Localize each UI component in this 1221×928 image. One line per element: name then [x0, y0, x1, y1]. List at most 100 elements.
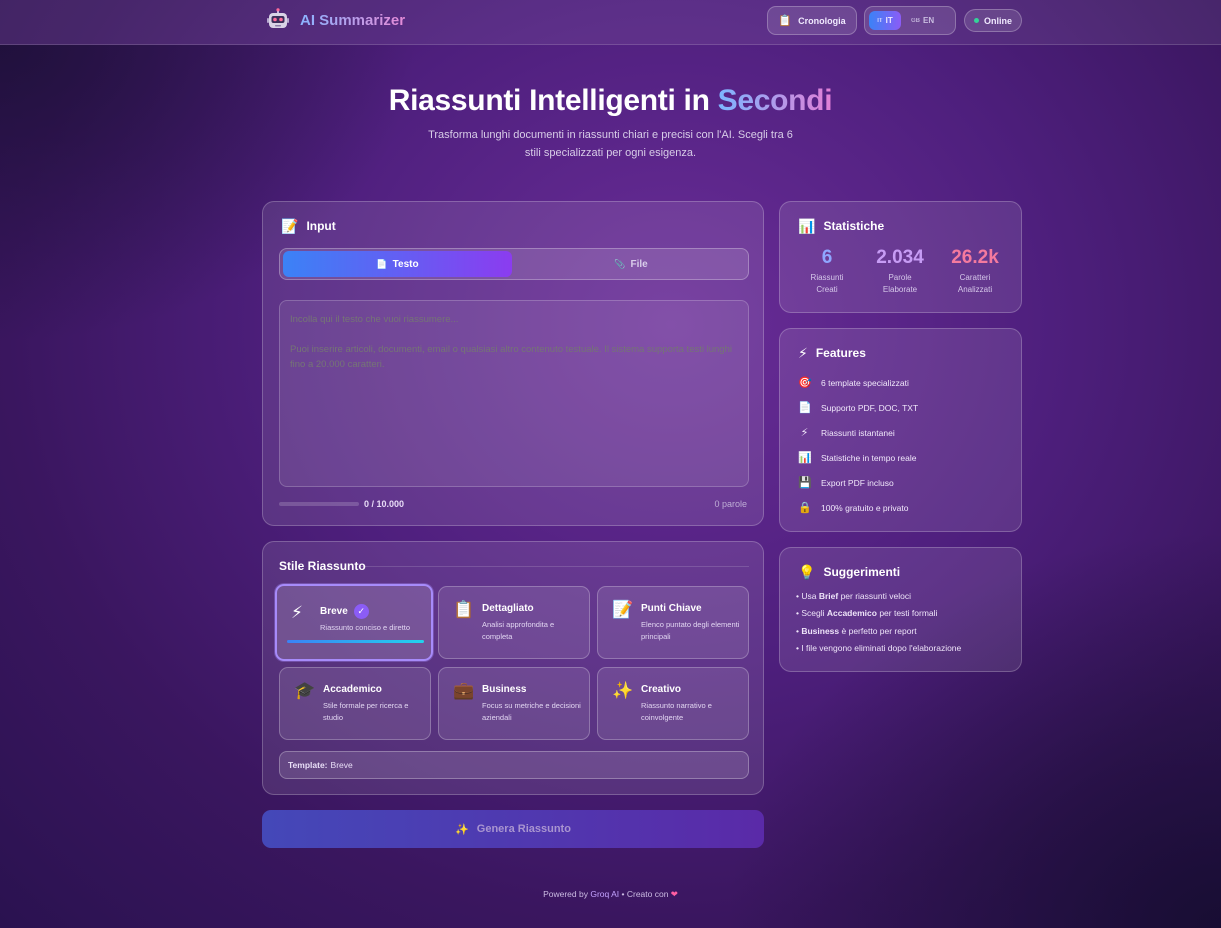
feature-item: 💾 Export PDF incluso — [798, 476, 894, 490]
char-count: 0 / 10.000 — [364, 499, 405, 509]
tab-text[interactable]: 📄 Testo — [283, 251, 512, 277]
tab-text-label: Testo — [392, 258, 419, 270]
template-name-text: Breve — [320, 606, 348, 617]
tab-file[interactable]: 📎 File — [516, 251, 746, 277]
stats-panel: 📊 Statistiche 6 Riassunti Creati 2.034 P… — [779, 201, 1022, 313]
uk-flag-icon: GB — [911, 17, 920, 24]
feature-text: 6 template specializzati — [821, 378, 909, 388]
status-badge: Online — [964, 9, 1022, 32]
tip-text: • Usa — [796, 591, 819, 601]
stat-characters: 26.2k Caratteri Analizzati — [940, 247, 1010, 296]
language-switcher[interactable]: IT IT GB EN — [864, 6, 956, 35]
template-name: Accademico — [323, 684, 382, 695]
robot-icon — [266, 8, 290, 32]
template-name: Dettagliato — [482, 603, 534, 614]
features-title: Features — [815, 346, 866, 360]
sparkles-icon: ✨ — [612, 681, 634, 700]
heart-icon: ❤ — [670, 889, 678, 899]
app-name: AI Summarizer — [300, 11, 406, 29]
tip-text: • Scegli — [796, 608, 827, 618]
stat-value: 6 — [821, 247, 833, 268]
text-input[interactable] — [279, 300, 749, 487]
stat-value: 26.2k — [951, 247, 999, 268]
selected-indicator — [287, 640, 424, 643]
stat-label: Riassunti Creati — [810, 273, 844, 294]
tab-file-label: File — [630, 258, 648, 270]
generate-summary-button[interactable]: ✨ Genera Riassunto — [262, 810, 764, 848]
document-icon: 📝 — [281, 218, 299, 234]
template-info-label: Template: — [288, 760, 328, 770]
check-icon: ✓ — [353, 604, 369, 619]
top-navbar: AI Summarizer 📋 Cronologia IT IT GB EN O… — [0, 0, 1221, 45]
template-card-creativo[interactable]: ✨ Creativo Riassunto narrativo e coinvol… — [597, 667, 749, 740]
lang-en-button[interactable]: GB EN — [907, 16, 934, 25]
footer-text: Powered by — [543, 889, 591, 899]
history-label: Cronologia — [798, 15, 846, 26]
input-panel-title: 📝 Input — [281, 219, 336, 233]
template-desc: Stile formale per ricerca e studio — [323, 701, 409, 722]
app-logo[interactable]: AI Summarizer — [266, 8, 405, 32]
lightbulb-icon: 💡 — [798, 564, 816, 580]
divider — [361, 566, 749, 567]
template-card-business[interactable]: 💼 Business Focus su metriche e decisioni… — [438, 667, 590, 740]
tips-title: Suggerimenti — [823, 565, 901, 579]
tip-highlight: Accademico — [826, 608, 877, 618]
feature-text: Supporto PDF, DOC, TXT — [821, 403, 919, 413]
template-desc: Riassunto conciso e diretto — [320, 623, 411, 632]
feature-item: ⚡ Riassunti istantanei — [798, 426, 895, 440]
clipboard-icon: 📋 — [778, 14, 793, 27]
feature-text: Export PDF incluso — [821, 478, 894, 488]
document-icon: 📄 — [376, 258, 388, 269]
lang-en-label: EN — [923, 16, 935, 25]
style-panel: Stile Riassunto ⚡ Breve ✓ Riassunto conc… — [262, 541, 764, 795]
stat-value: 2.034 — [876, 247, 924, 268]
briefcase-icon: 💼 — [453, 681, 475, 700]
italy-flag-icon: IT — [877, 17, 883, 24]
template-desc: Elenco puntato degli elementi principali — [641, 620, 740, 641]
tip-item: • Business è perfetto per report — [796, 626, 917, 636]
status-label: Online — [983, 15, 1012, 26]
selected-template-info: Template: Breve — [279, 751, 749, 779]
graduation-cap-icon: 🎓 — [294, 681, 316, 700]
template-card-punti-chiave[interactable]: 📝 Punti Chiave Elenco puntato degli elem… — [597, 586, 749, 659]
tips-panel: 💡 Suggerimenti • Usa Brief per riassunti… — [779, 547, 1022, 672]
features-panel-title: ⚡ Features — [798, 346, 866, 360]
stat-label: Caratteri Analizzati — [957, 273, 993, 294]
template-name: Creativo — [641, 684, 682, 695]
input-panel: 📝 Input 📄 Testo 📎 File 0 / 10.000 0 paro… — [262, 201, 764, 526]
template-name: Breve ✓ — [320, 604, 369, 619]
lock-icon: 🔒 — [798, 502, 812, 514]
tip-highlight: Brief — [818, 591, 839, 601]
template-card-breve[interactable]: ⚡ Breve ✓ Riassunto conciso e diretto — [275, 584, 433, 661]
page-title-accent: Secondi — [717, 84, 833, 117]
stats-panel-title: 📊 Statistiche — [798, 219, 884, 233]
char-progress-bar — [279, 502, 359, 506]
lightning-icon: ⚡ — [800, 427, 809, 439]
tip-item: • I file vengono eliminati dopo l'elabor… — [796, 643, 961, 653]
style-panel-title: Stile Riassunto — [279, 559, 366, 573]
template-desc: Focus su metriche e decisioni aziendali — [482, 701, 581, 722]
page-title-main: Riassunti Intelligenti in — [388, 84, 718, 117]
template-info-value: Breve — [330, 760, 353, 770]
feature-item: 📄 Supporto PDF, DOC, TXT — [798, 401, 918, 415]
history-button[interactable]: 📋 Cronologia — [767, 6, 857, 35]
template-card-accademico[interactable]: 🎓 Accademico Stile formale per ricerca e… — [279, 667, 431, 740]
tips-panel-title: 💡 Suggerimenti — [798, 565, 900, 579]
groq-link[interactable]: Groq AI — [590, 889, 619, 899]
lang-it-button[interactable]: IT IT — [869, 11, 901, 30]
template-card-dettagliato[interactable]: 📋 Dettagliato Analisi approfondita e com… — [438, 586, 590, 659]
word-count: 0 parole — [714, 499, 747, 509]
lightning-icon: ⚡ — [798, 345, 808, 361]
template-desc: Analisi approfondita e completa — [482, 620, 555, 641]
status-dot-icon — [973, 18, 979, 23]
sparkles-icon: ✨ — [455, 823, 469, 836]
feature-text: 100% gratuito e privato — [821, 503, 909, 513]
bar-chart-icon: 📊 — [798, 218, 816, 234]
lightning-icon: ⚡ — [291, 603, 303, 622]
tip-highlight: Business — [801, 626, 840, 636]
feature-item: 📊 Statistiche in tempo reale — [798, 451, 916, 465]
tip-item: • Scegli Accademico per testi formali — [796, 608, 937, 618]
input-title: Input — [306, 219, 336, 233]
template-name: Punti Chiave — [641, 603, 702, 614]
tip-item: • Usa Brief per riassunti veloci — [796, 591, 911, 601]
